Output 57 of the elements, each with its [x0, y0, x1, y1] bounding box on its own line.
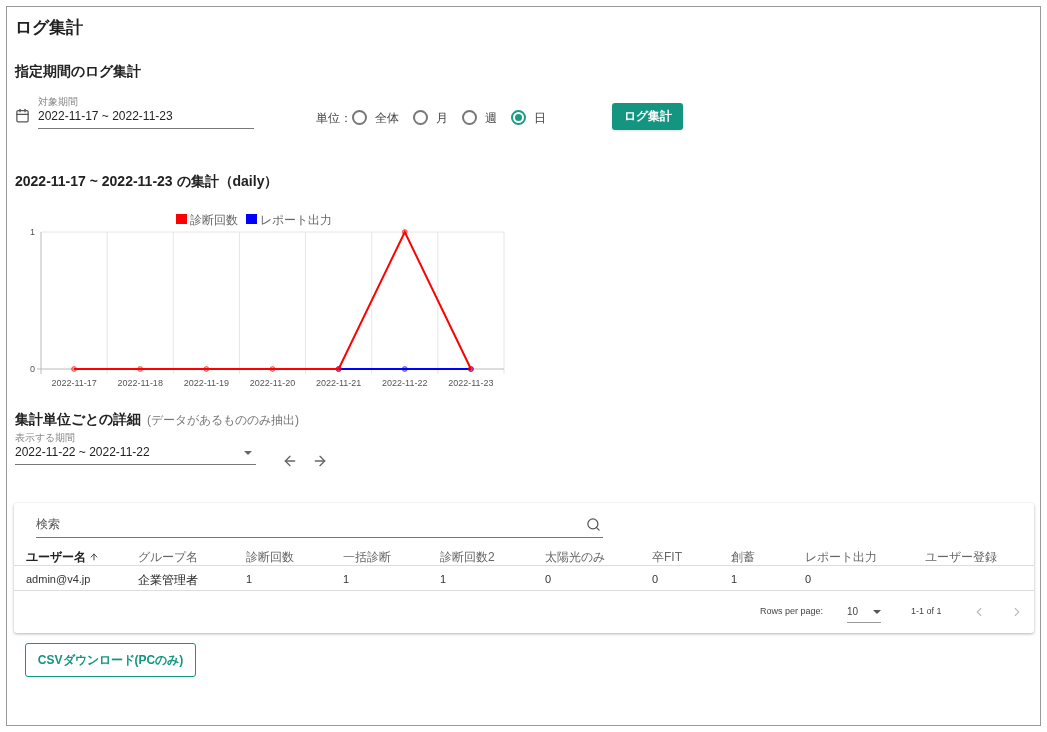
field-value: 2022-11-17 ~ 2022-11-23 [38, 107, 174, 125]
column-header[interactable]: グループ名 [138, 547, 198, 566]
period-select[interactable]: 表示する期間 2022-11-22 ~ 2022-11-22 [15, 431, 256, 465]
section-note: (データがあるもののみ抽出) [147, 411, 299, 429]
column-header[interactable]: 創蓄 [731, 547, 755, 566]
table-cell-text: 1 [731, 571, 738, 587]
x-tick-label: 2022-11-21 [315, 377, 362, 388]
legend-label: 診断回数 [190, 212, 238, 227]
rows-per-page-label: Rows per page: [760, 604, 824, 618]
x-tick-label: 2022-11-23 [448, 377, 494, 388]
field-value: 2022-11-22 ~ 2022-11-22 [15, 443, 150, 461]
table-cell-text: admin@v4.jp [26, 571, 91, 587]
rows-per-page-select[interactable]: 10 [847, 604, 882, 623]
y-tick-label: 0 [29, 363, 35, 374]
search-field[interactable]: 検索 [36, 510, 603, 538]
x-tick-label: 2022-11-20 [249, 377, 296, 388]
legend-label: レポート出力 [260, 212, 332, 227]
unit-radio[interactable]: 月 [413, 108, 448, 127]
x-tick-label: 2022-11-19 [183, 377, 230, 388]
calendar-icon [15, 107, 30, 123]
table-cell-text: 1 [246, 571, 253, 587]
unit-radio[interactable]: 日 [511, 108, 546, 127]
unit-radio[interactable]: 全体 [352, 108, 399, 127]
column-header[interactable]: 卒FIT [652, 547, 682, 566]
table-cell-text: 企業管理者 [138, 571, 198, 589]
y-tick-label: 1 [29, 226, 35, 237]
section-heading: 指定期間のログ集計 [15, 61, 142, 81]
dropdown-caret-icon [873, 609, 882, 614]
chart-heading: 2022-11-17 ~ 2022-11-23 の集計（daily） [15, 171, 280, 191]
table-cell-text: 0 [545, 571, 552, 587]
csv-download-button[interactable]: CSVダウンロード(PCのみ) [25, 642, 196, 677]
dropdown-caret-icon [244, 450, 252, 455]
unit-radio[interactable]: 週 [462, 108, 497, 127]
search-icon [586, 516, 601, 532]
table-cell-text: 1 [343, 571, 350, 587]
aggregate-button[interactable]: ログ集計 [612, 102, 683, 130]
x-tick-label: 2022-11-22 [382, 377, 428, 388]
column-header[interactable]: 診断回数 [246, 547, 294, 566]
line-chart: 診断回数 レポート出力 0 1 2022-11-17 2022-11-18 2022-11-19 2022-11-20 2022-11-21 2022-11-22 2022-11-23 [16, 203, 516, 389]
x-tick-label: 2022-11-17 [51, 377, 97, 388]
date-range-field[interactable]: 対象期間 2022-11-17 ~ 2022-11-23 [38, 95, 254, 129]
section-heading: 集計単位ごとの詳細 [15, 409, 141, 429]
table-cell-text: 1 [440, 571, 447, 587]
field-label: 対象期間 [38, 95, 79, 107]
column-header[interactable]: 太陽光のみ [545, 547, 605, 566]
page-range: 1-1 of 1 [911, 604, 942, 618]
column-header[interactable]: レポート出力 [805, 547, 877, 566]
table-cell-text: 0 [805, 571, 812, 587]
unit-label: 単位： [316, 109, 352, 127]
page-title: ログ集計 [15, 17, 84, 39]
column-header[interactable]: ユーザー登録 [925, 547, 997, 566]
column-header[interactable]: 診断回数2 [440, 547, 495, 566]
table-cell-text: 0 [652, 571, 659, 587]
field-label: 表示する期間 [15, 431, 76, 443]
column-header[interactable]: ユーザー名 [26, 547, 86, 566]
column-header[interactable]: 一括診断 [343, 547, 391, 566]
x-tick-label: 2022-11-18 [117, 377, 163, 388]
